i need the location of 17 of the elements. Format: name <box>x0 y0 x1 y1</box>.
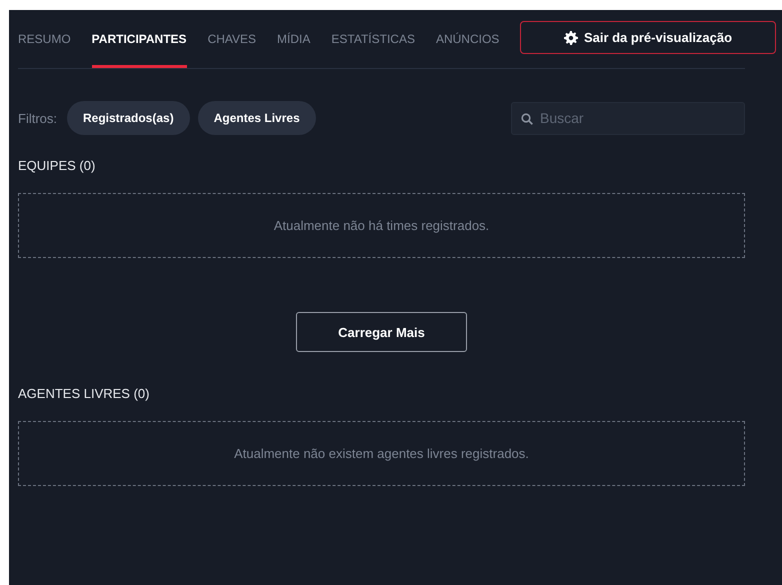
tab[interactable]: PARTICIPANTES <box>92 10 187 68</box>
section-heading: AGENTES LIVRES (0) <box>18 386 150 401</box>
filter-chip[interactable]: Agentes Livres <box>198 101 316 135</box>
load-more-button[interactable]: Carregar Mais <box>296 312 467 352</box>
tab[interactable]: CHAVES <box>208 10 256 68</box>
exit-preview-button[interactable]: Sair da pré-visualização <box>520 21 776 54</box>
tab[interactable]: RESUMO <box>18 10 71 68</box>
tab[interactable]: ANÚNCIOS <box>436 10 500 68</box>
tab[interactable]: MÍDIA <box>277 10 310 68</box>
filters-label: Filtros: <box>18 110 57 126</box>
tab[interactable]: ESTATÍSTICAS <box>331 10 415 68</box>
filter-chip[interactable]: Registrados(as) <box>67 101 190 135</box>
search-field[interactable]: Buscar <box>511 102 745 134</box>
section-heading: EQUIPES (0) <box>18 158 96 173</box>
empty-message: Atualmente não existem agentes livres registrados. <box>234 446 529 461</box>
empty-message: Atualmente não há times registrados. <box>274 218 490 233</box>
gear-icon <box>564 30 578 44</box>
